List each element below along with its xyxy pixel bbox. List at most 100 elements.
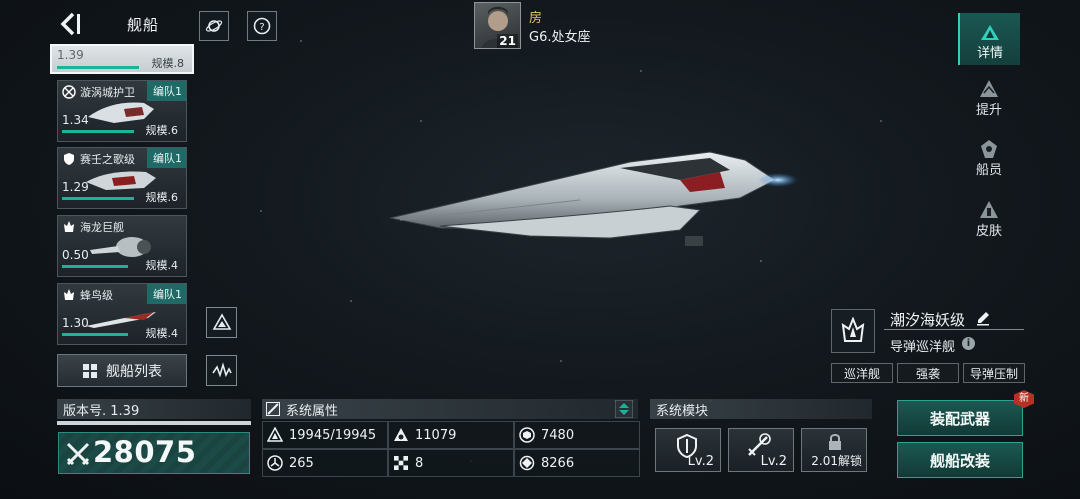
attribute-value: 265 [289, 455, 314, 471]
planet-button[interactable] [199, 11, 229, 41]
fleet-badge: 编队1 [147, 284, 186, 304]
help-button[interactable]: ? [247, 11, 277, 41]
shield-icon [519, 427, 535, 443]
module-slot-shield[interactable]: Lv.2 [655, 428, 721, 472]
upgrade-icon [980, 80, 998, 97]
flame-class-icon [64, 221, 74, 232]
ship-detail-icon [981, 25, 999, 40]
ship-version: 1.29 [62, 180, 89, 194]
ship-version: 1.34 [62, 113, 89, 127]
info-icon[interactable]: i [962, 337, 975, 350]
tab-upgrade[interactable]: 提升 [958, 70, 1020, 122]
hull-icon [267, 427, 283, 442]
ship-type: 导弹巡洋舰 [890, 340, 956, 355]
ship-name: 赛壬之歌级 [80, 153, 135, 166]
attribute-value: 19945/19945 [289, 427, 377, 443]
edit-name-icon[interactable] [975, 310, 991, 326]
attribute-value: 11079 [415, 427, 457, 443]
ship-scale: 规模.6 [145, 191, 179, 204]
attribute-value: 8266 [541, 455, 575, 471]
attribute-checker: 8 [388, 449, 514, 477]
combat-power-value: 28075 [93, 435, 197, 469]
ship-card[interactable]: 漩涡城护卫 编队1 1.34 规模.6 [57, 80, 187, 142]
ship-modify-button[interactable]: 舰船改装 [897, 442, 1023, 478]
checker-icon [394, 456, 408, 470]
ship-list-button[interactable]: 舰船列表 [57, 354, 187, 387]
module-level: Lv.2 [760, 454, 787, 469]
attribute-target: 8266 [514, 449, 640, 477]
combat-power-box: 28075 [58, 432, 250, 474]
ship-scale: 规模.4 [145, 259, 179, 272]
tab-details[interactable]: 详情 [958, 13, 1020, 65]
version-underbar [57, 421, 251, 425]
player-name: 房 [529, 11, 543, 26]
tab-label: 船员 [975, 163, 1002, 178]
help-icon: ? [253, 17, 271, 35]
ship-render [389, 151, 798, 246]
ship-card[interactable]: 海龙巨舰 0.50 规模.4 [57, 215, 187, 277]
back-icon[interactable] [58, 10, 82, 38]
wave-button[interactable] [206, 355, 237, 386]
module-level: Lv.2 [687, 454, 714, 469]
version-label: 版本号. 1.39 [63, 403, 140, 419]
shield-class-icon [64, 153, 74, 165]
module-slot-weapon[interactable]: Lv.2 [728, 428, 794, 472]
version-header: 版本号. 1.39 [57, 399, 251, 419]
equip-weapons-label: 装配武器 [929, 409, 990, 428]
ship-modify-label: 舰船改装 [929, 451, 990, 470]
tab-skin[interactable]: 皮肤 [958, 191, 1020, 243]
player-level: 21 [497, 34, 518, 48]
ship-tag: 强袭 [897, 363, 959, 383]
sort-toggle-icon[interactable] [615, 400, 633, 418]
version-bar [57, 66, 139, 69]
ship-list-label: 舰船列表 [106, 363, 162, 380]
planet-icon [205, 20, 223, 32]
ship-name: 蜂鸟级 [80, 289, 113, 302]
version-bar [62, 333, 128, 336]
grid-icon [83, 363, 97, 378]
tab-label: 皮肤 [975, 224, 1002, 239]
ship-name: 漩涡城护卫 [80, 86, 135, 99]
ship-name: 海龙巨舰 [80, 221, 124, 234]
attribute-value: 8 [415, 455, 424, 471]
modules-header: 系统模块 [650, 399, 872, 419]
skin-icon [980, 201, 998, 218]
modules-title: 系统模块 [656, 403, 709, 419]
fleet-badge: 编队1 [147, 148, 186, 168]
equip-weapons-button[interactable]: 装配武器 [897, 400, 1023, 436]
ship-class-emblem [831, 309, 875, 353]
tab-crew[interactable]: 船员 [958, 130, 1020, 182]
attributes-header: 系统属性 [262, 399, 638, 419]
page-title: 舰船 [127, 16, 160, 34]
tab-label: 详情 [976, 46, 1003, 61]
ship-version: 1.39 [57, 48, 84, 62]
module-unlock-label: 2.01解锁 [811, 454, 862, 468]
ship-card[interactable]: 蜂鸟级 编队1 1.30 规模.4 [57, 283, 187, 345]
module-slot-locked[interactable]: 2.01解锁 [801, 428, 867, 472]
crew-icon [981, 140, 997, 158]
ship-class-name: 潮汐海妖级 [890, 311, 966, 329]
ship-card[interactable]: 赛壬之歌级 编队1 1.29 规模.6 [57, 147, 187, 209]
svg-text:?: ? [259, 22, 264, 33]
tab-label: 提升 [975, 103, 1002, 118]
armor-icon [394, 428, 408, 441]
lock-icon [829, 434, 841, 450]
energy-icon [267, 455, 283, 471]
ship-class-underline [884, 329, 1024, 330]
crossed-swords-icon [66, 442, 90, 466]
vortex-class-icon [62, 85, 76, 99]
attribute-value: 7480 [541, 427, 575, 443]
ship-tag: 巡洋舰 [831, 363, 893, 383]
flame-class-icon [64, 289, 74, 300]
fleet-filter-button[interactable] [206, 307, 237, 338]
ship-scale: 规模.4 [145, 327, 179, 340]
ship-card-selected[interactable]: 1.39 规模.8 [50, 44, 194, 74]
ship-tag: 导弹压制 [963, 363, 1025, 383]
ship-version: 0.50 [62, 248, 89, 262]
attribute-energy: 265 [262, 449, 388, 477]
player-avatar[interactable]: 21 [474, 2, 521, 49]
player-group: G6.处女座 [529, 30, 591, 45]
version-bar [62, 130, 134, 133]
fleet-badge: 编队1 [147, 81, 186, 101]
ship-scale: 规模.8 [151, 57, 185, 70]
